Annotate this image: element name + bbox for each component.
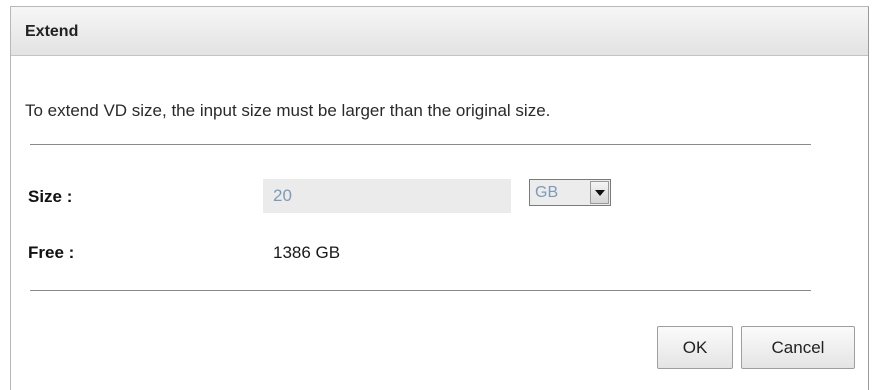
bottom-divider xyxy=(30,290,811,291)
instruction-message: To extend VD size, the input size must b… xyxy=(25,101,551,120)
size-input[interactable] xyxy=(263,179,511,213)
unit-select[interactable]: GB xyxy=(529,179,611,206)
dialog-title: Extend xyxy=(25,23,79,40)
unit-select-value: GB xyxy=(535,184,559,201)
ok-button[interactable]: OK xyxy=(657,326,733,369)
extend-dialog: Extend To extend VD size, the input size… xyxy=(10,6,869,390)
chevron-down-icon xyxy=(595,190,605,196)
dialog-titlebar: Extend xyxy=(11,7,868,56)
cancel-button[interactable]: Cancel xyxy=(741,326,855,369)
size-label: Size : xyxy=(28,187,73,206)
free-label: Free : xyxy=(28,243,75,262)
free-value: 1386 GB xyxy=(273,243,341,262)
top-divider xyxy=(30,144,811,145)
dropdown-arrow-button[interactable] xyxy=(590,181,609,204)
